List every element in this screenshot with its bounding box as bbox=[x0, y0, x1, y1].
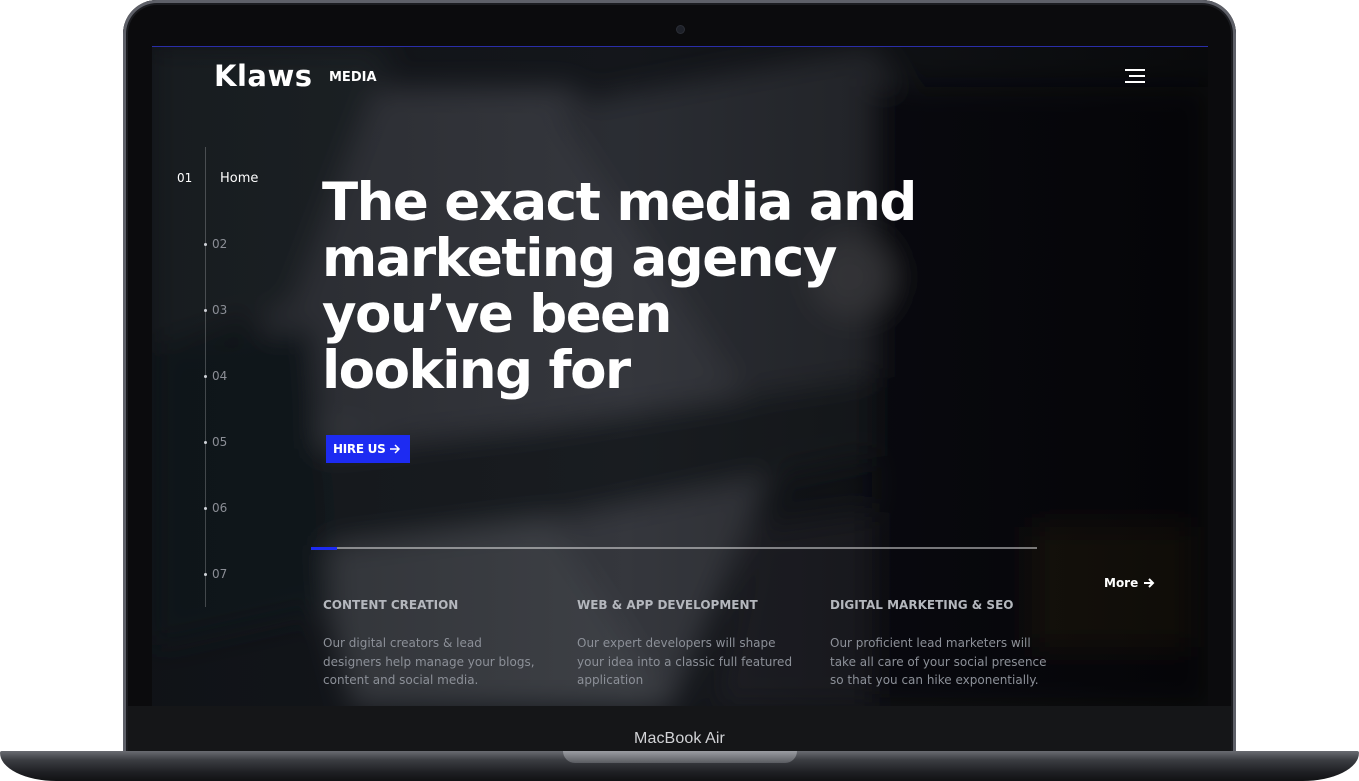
service-description: Our digital creators & lead designers he… bbox=[323, 634, 543, 690]
section-nav-label: Home bbox=[220, 171, 259, 186]
service-title: WEB & APP DEVELOPMENT bbox=[577, 598, 758, 612]
section-nav-item-05[interactable]: 05 bbox=[152, 435, 242, 451]
logo[interactable]: Klaws bbox=[214, 59, 313, 93]
arrow-right-icon bbox=[1144, 578, 1155, 588]
hero-headline: The exact media and marketing agency you… bbox=[322, 175, 962, 399]
website-screen: Klaws MEDIA 01 Home 02 03 04 05 06 07 Th… bbox=[152, 46, 1208, 707]
hamburger-icon[interactable] bbox=[1123, 69, 1145, 85]
section-nav-item-home[interactable]: 01 Home bbox=[152, 171, 272, 187]
headline-line: looking for bbox=[322, 340, 631, 401]
service-description: Our expert developers will shape your id… bbox=[577, 634, 797, 690]
headline-line: The exact media and bbox=[322, 172, 917, 233]
more-link[interactable]: More bbox=[1104, 576, 1155, 590]
service-title: DIGITAL MARKETING & SEO bbox=[830, 598, 1014, 612]
section-nav-item-06[interactable]: 06 bbox=[152, 501, 242, 517]
device-label: MacBook Air bbox=[634, 730, 725, 747]
section-nav-item-02[interactable]: 02 bbox=[152, 237, 242, 253]
service-description-line: take all care of your social presence bbox=[830, 654, 1047, 669]
camera-icon bbox=[677, 26, 684, 33]
section-nav-item-07[interactable]: 07 bbox=[152, 567, 242, 583]
service-description-line: Our expert developers will shape bbox=[577, 636, 776, 650]
hire-us-button[interactable]: HIRE US bbox=[326, 435, 410, 463]
section-nav-number: 07 bbox=[212, 567, 228, 581]
section-nav-number: 03 bbox=[212, 303, 228, 317]
logo-subtitle: MEDIA bbox=[329, 70, 377, 85]
dot-icon bbox=[204, 375, 207, 378]
more-label: More bbox=[1104, 576, 1139, 590]
service-description-line: Our digital creators & lead bbox=[323, 636, 482, 650]
slider-progress-track bbox=[311, 547, 1037, 550]
service-description-line: your idea into a classic full featured bbox=[577, 654, 793, 669]
slider-progress-fill bbox=[311, 547, 338, 550]
service-description-line: so that you can hike exponentially. bbox=[830, 673, 1039, 687]
section-nav-number: 06 bbox=[212, 501, 228, 515]
section-nav-number: 01 bbox=[177, 171, 193, 185]
laptop-notch bbox=[563, 751, 797, 763]
service-web-app-development: WEB & APP DEVELOPMENT Our expert develop… bbox=[577, 598, 797, 690]
headline-line: you’ve been bbox=[322, 284, 672, 345]
section-nav-number: 02 bbox=[212, 237, 228, 251]
dot-icon bbox=[204, 243, 207, 246]
service-content-creation: CONTENT CREATION Our digital creators & … bbox=[323, 598, 543, 690]
service-description-line: content and social media. bbox=[323, 673, 479, 687]
section-nav-number: 04 bbox=[212, 369, 228, 383]
service-description-line: application bbox=[577, 673, 644, 687]
section-nav-number: 05 bbox=[212, 435, 228, 449]
section-nav-item-04[interactable]: 04 bbox=[152, 369, 242, 385]
service-title: CONTENT CREATION bbox=[323, 598, 459, 612]
dot-icon bbox=[204, 507, 207, 510]
arrow-right-icon bbox=[390, 444, 401, 454]
section-nav-item-03[interactable]: 03 bbox=[152, 303, 242, 319]
service-description-line: Our proficient lead marketers will bbox=[830, 636, 1031, 650]
dot-icon bbox=[204, 441, 207, 444]
hire-us-label: HIRE US bbox=[333, 442, 386, 456]
service-description-line: designers help manage your blogs, bbox=[323, 654, 535, 669]
headline-line: marketing agency bbox=[322, 228, 837, 289]
service-description: Our proficient lead marketers will take … bbox=[830, 634, 1050, 690]
dot-icon bbox=[204, 573, 207, 576]
laptop-chin: MacBook Air bbox=[128, 706, 1231, 755]
service-digital-marketing-seo: DIGITAL MARKETING & SEO Our proficient l… bbox=[830, 598, 1050, 690]
dot-icon bbox=[204, 309, 207, 312]
